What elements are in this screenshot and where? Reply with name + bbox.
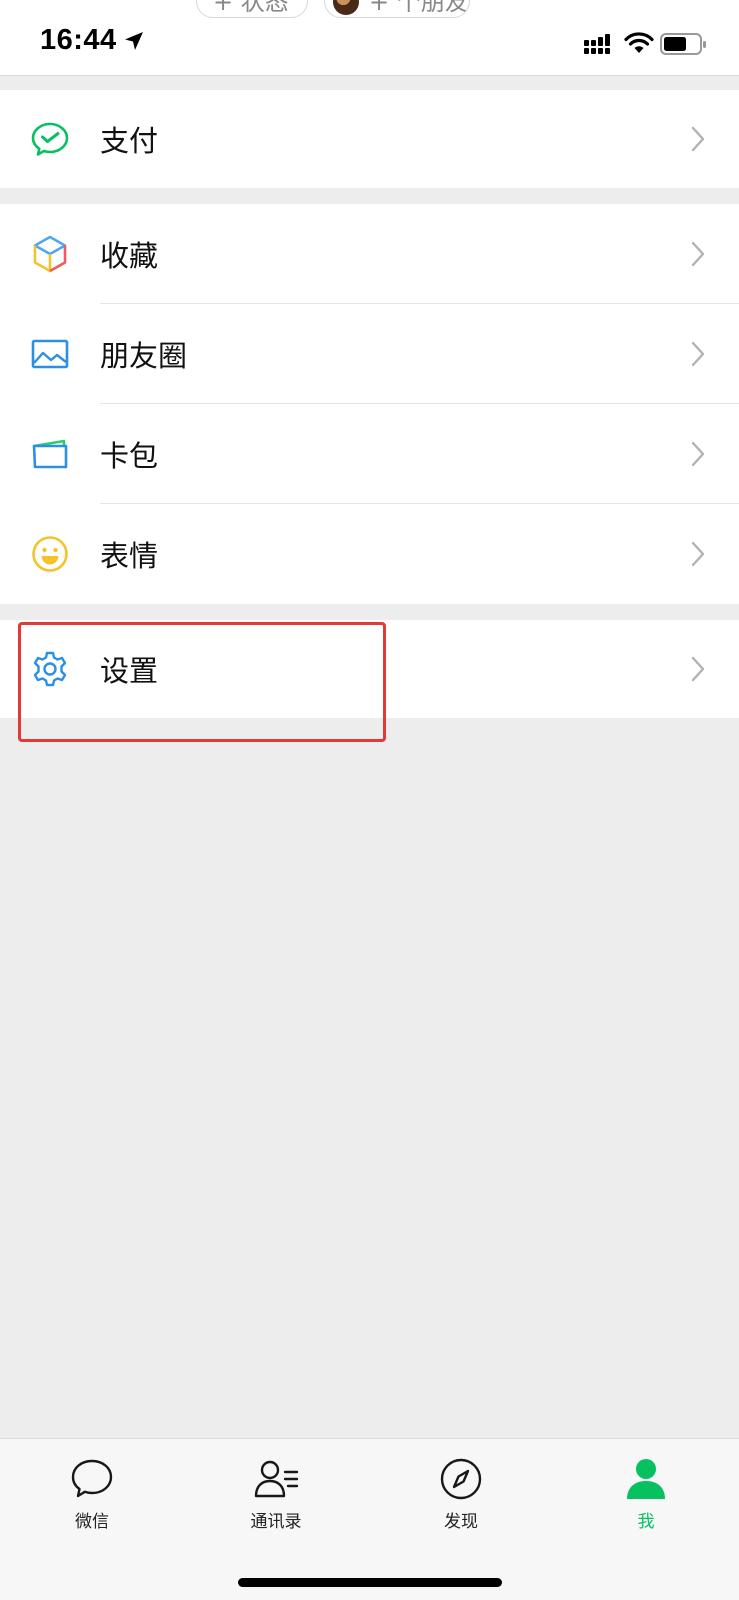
tab-contacts[interactable]: 通讯录 — [216, 1457, 336, 1547]
menu-item-settings[interactable]: 设置 — [0, 620, 739, 718]
friends-count-label: + 个朋友 — [369, 0, 469, 16]
cellular-signal-icon — [584, 34, 610, 54]
chevron-right-icon — [691, 656, 705, 682]
compass-icon — [440, 1458, 482, 1500]
pay-section: 支付 — [0, 90, 739, 188]
tab-label: 发现 — [444, 1512, 478, 1532]
gear-icon — [33, 651, 67, 687]
chevron-right-icon — [691, 441, 705, 467]
chevron-right-icon — [691, 341, 705, 367]
contacts-icon — [254, 1460, 299, 1498]
chat-bubble-icon — [71, 1459, 113, 1498]
battery-icon — [660, 33, 706, 55]
menu-item-label: 表情 — [100, 539, 159, 573]
services-section: 收藏 朋友圈 卡包 表情 — [0, 204, 739, 604]
tab-discover[interactable]: 发现 — [401, 1457, 521, 1547]
menu-item-pay[interactable]: 支付 — [0, 90, 739, 188]
tab-label: 我 — [637, 1512, 655, 1532]
smiley-icon — [32, 536, 68, 572]
menu-item-label: 收藏 — [100, 239, 159, 273]
tab-label: 通讯录 — [250, 1512, 302, 1532]
card-wallet-icon — [32, 439, 68, 469]
menu-item-label: 卡包 — [100, 439, 159, 473]
menu-item-stickers[interactable]: 表情 — [0, 504, 739, 604]
chevron-right-icon — [691, 541, 705, 567]
friends-status-pill[interactable]: + 个朋友 — [324, 0, 470, 18]
add-status-label: + 状态 — [213, 0, 289, 16]
home-indicator — [238, 1578, 502, 1587]
menu-item-label: 设置 — [100, 654, 159, 688]
location-arrow-icon — [125, 32, 143, 50]
status-bar: + 状态 + 个朋友 16:44 — [0, 0, 739, 76]
tab-label: 微信 — [75, 1512, 109, 1532]
menu-item-label: 支付 — [100, 124, 159, 158]
chevron-right-icon — [691, 241, 705, 267]
menu-item-label: 朋友圈 — [100, 339, 188, 373]
wechat-pay-icon — [31, 122, 69, 156]
menu-item-moments[interactable]: 朋友圈 — [0, 304, 739, 404]
friend-avatar — [333, 0, 359, 15]
tab-chats[interactable]: 微信 — [32, 1457, 152, 1547]
chevron-right-icon — [691, 126, 705, 152]
person-icon — [627, 1459, 665, 1499]
wifi-icon — [624, 32, 654, 53]
menu-item-favorites[interactable]: 收藏 — [0, 204, 739, 304]
moments-picture-icon — [31, 339, 69, 369]
status-time: 16:44 — [40, 24, 117, 56]
menu-item-card-wallet[interactable]: 卡包 — [0, 404, 739, 504]
favorites-cube-icon — [33, 235, 67, 273]
tab-me[interactable]: 我 — [586, 1457, 706, 1547]
settings-section: 设置 — [0, 620, 739, 718]
add-status-pill[interactable]: + 状态 — [196, 0, 308, 18]
bottom-tab-bar: 微信 通讯录 发现 我 — [0, 1438, 739, 1600]
